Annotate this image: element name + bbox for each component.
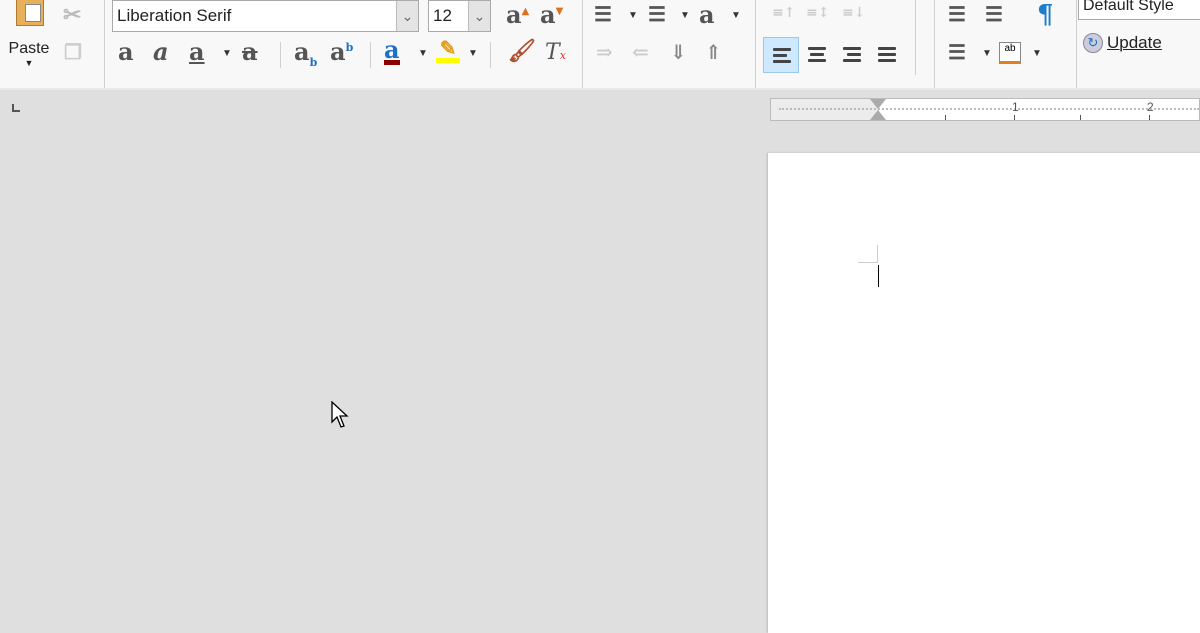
align-right-icon[interactable]: [834, 37, 870, 73]
update-style-button[interactable]: ↻ Update: [1083, 30, 1162, 56]
line-spacing-icon[interactable]: ☰: [948, 42, 966, 62]
tab-stop-selector-icon[interactable]: [12, 104, 20, 112]
font-size-combo[interactable]: 12 ⌄: [428, 0, 491, 32]
paste-label: Paste: [8, 40, 50, 57]
cut-icon[interactable]: ✂: [63, 4, 81, 26]
ruler-label-1: 1: [1012, 100, 1019, 114]
align-left-icon[interactable]: [763, 37, 799, 73]
underline-dropdown-icon[interactable]: ▼: [222, 48, 232, 59]
font-color-icon[interactable]: a: [384, 38, 400, 65]
outline-icon[interactable]: a: [699, 3, 715, 27]
strikethrough-icon[interactable]: a: [242, 40, 258, 64]
update-icon: ↻: [1083, 33, 1103, 53]
para-space-below-icon[interactable]: ≡↓: [842, 6, 865, 20]
outline-dropdown-icon[interactable]: ▼: [731, 10, 741, 21]
para-space-above-icon[interactable]: ≡↑: [772, 6, 795, 20]
bullet-list-icon[interactable]: ☰: [594, 4, 612, 24]
move-down-icon[interactable]: ⇓: [670, 42, 687, 62]
font-size-value: 12: [433, 6, 452, 25]
pilcrow-icon[interactable]: ¶: [1037, 2, 1054, 28]
document-page[interactable]: [768, 153, 1200, 633]
highlight-dropdown-icon[interactable]: ▼: [468, 48, 478, 59]
indent-icon[interactable]: ⇒: [596, 42, 613, 62]
paragraph-style-combo[interactable]: Default Style: [1078, 0, 1200, 20]
shrink-font-icon[interactable]: a▼: [540, 3, 563, 27]
clipboard-icon[interactable]: [16, 0, 44, 26]
underline-icon[interactable]: a: [189, 40, 205, 64]
highlight-icon[interactable]: ✎: [436, 38, 460, 63]
paragraph-spacing-dropdown-icon[interactable]: ▼: [1032, 48, 1042, 59]
update-label: Update: [1107, 33, 1162, 52]
bullet-list-dropdown-icon[interactable]: ▼: [628, 10, 638, 21]
ruler-label-2: 2: [1147, 100, 1154, 114]
superscript-icon[interactable]: ab: [330, 40, 353, 64]
clone-formatting-icon[interactable]: 🖌: [508, 40, 536, 62]
subscript-icon[interactable]: ab: [294, 40, 317, 68]
increase-indent-icon[interactable]: ☰: [948, 4, 966, 24]
text-boundary-corner: [858, 245, 878, 263]
outdent-icon[interactable]: ⇐: [632, 42, 649, 62]
bold-icon[interactable]: a: [118, 40, 134, 64]
decrease-indent-icon[interactable]: ☰: [985, 4, 1003, 24]
mouse-pointer-icon: [331, 400, 349, 434]
para-space-both-icon[interactable]: ≡↕: [806, 6, 829, 20]
font-name-value: Liberation Serif: [117, 6, 232, 25]
numbered-list-dropdown-icon[interactable]: ▼: [680, 10, 690, 21]
copy-icon[interactable]: ❐: [64, 42, 82, 62]
line-spacing-dropdown-icon[interactable]: ▼: [982, 48, 992, 59]
align-center-icon[interactable]: [799, 37, 835, 73]
paste-button[interactable]: Paste ▼: [8, 40, 50, 68]
justify-icon[interactable]: [869, 37, 905, 73]
chevron-down-icon[interactable]: ⌄: [468, 1, 490, 31]
grow-font-icon[interactable]: a▲: [506, 3, 529, 27]
paragraph-style-value: Default Style: [1083, 0, 1174, 14]
toolbar: Paste ▼ ✂ ❐ Liberation Serif ⌄ 12 ⌄ a▲ a▼ a…: [0, 0, 1200, 90]
italic-icon[interactable]: a: [153, 40, 169, 64]
paragraph-spacing-icon[interactable]: ab: [999, 42, 1021, 64]
chevron-down-icon[interactable]: ⌄: [396, 1, 418, 31]
paste-dropdown-icon[interactable]: ▼: [8, 58, 50, 68]
clear-formatting-icon[interactable]: Tx: [545, 42, 566, 64]
font-color-dropdown-icon[interactable]: ▼: [418, 48, 428, 59]
move-up-icon[interactable]: ⇑: [705, 42, 722, 62]
font-name-combo[interactable]: Liberation Serif ⌄: [112, 0, 419, 32]
numbered-list-icon[interactable]: ☰: [648, 4, 666, 24]
text-cursor: [878, 265, 879, 287]
horizontal-ruler[interactable]: 1 2: [770, 98, 1200, 121]
